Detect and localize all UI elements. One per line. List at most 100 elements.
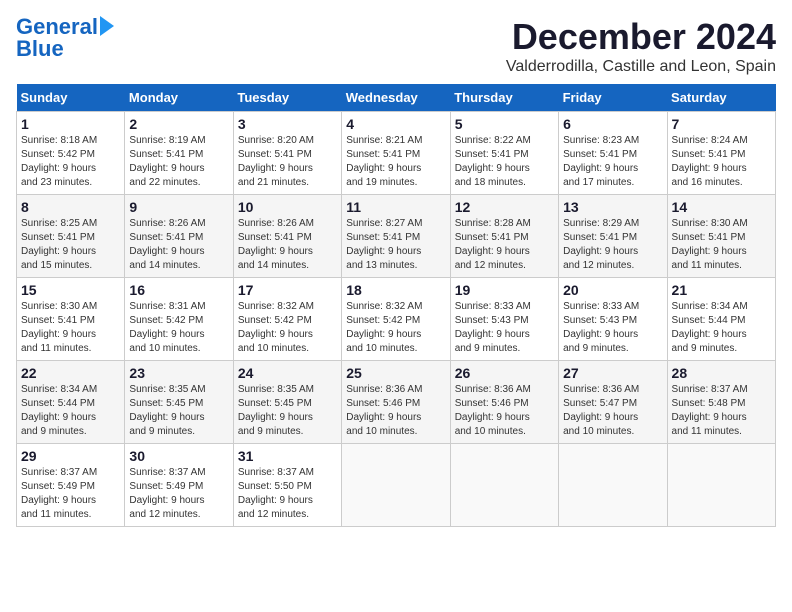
calendar-cell: 28 Sunrise: 8:37 AM Sunset: 5:48 PM Dayli… (667, 361, 775, 444)
calendar-cell: 18 Sunrise: 8:32 AM Sunset: 5:42 PM Dayli… (342, 278, 450, 361)
day-number: 2 (129, 116, 228, 132)
day-info: Sunrise: 8:19 AM Sunset: 5:41 PM Dayligh… (129, 134, 228, 190)
calendar-cell: 2 Sunrise: 8:19 AM Sunset: 5:41 PM Daylig… (125, 112, 233, 195)
weekday-header-thursday: Thursday (450, 84, 558, 112)
calendar-cell: 19Sunrise: 8:33 AM Sunset: 5:43 PM Dayli… (450, 278, 558, 361)
calendar-cell: 7Sunrise: 8:24 AM Sunset: 5:41 PM Daylig… (667, 112, 775, 195)
day-info: Sunrise: 8:35 AM Sunset: 5:45 PM Dayligh… (238, 383, 337, 439)
calendar-cell: 16 Sunrise: 8:31 AM Sunset: 5:42 PM Dayli… (125, 278, 233, 361)
day-info: Sunrise: 8:18 AM Sunset: 5:42 PM Dayligh… (21, 134, 120, 190)
day-info: Sunrise: 8:34 AM Sunset: 5:44 PM Dayligh… (672, 300, 771, 356)
day-info: Sunrise: 8:23 AM Sunset: 5:41 PM Dayligh… (563, 134, 662, 190)
calendar-cell: 5 Sunrise: 8:22 AM Sunset: 5:41 PM Daylig… (450, 112, 558, 195)
calendar-cell: 3 Sunrise: 8:20 AM Sunset: 5:41 PM Daylig… (233, 112, 341, 195)
day-info: Sunrise: 8:33 AM Sunset: 5:43 PM Dayligh… (455, 300, 554, 356)
calendar-cell: 21 Sunrise: 8:34 AM Sunset: 5:44 PM Dayli… (667, 278, 775, 361)
day-info: Sunrise: 8:35 AM Sunset: 5:45 PM Dayligh… (129, 383, 228, 439)
logo-arrow-icon (100, 16, 114, 36)
calendar-cell: 30 Sunrise: 8:37 AM Sunset: 5:49 PM Dayli… (125, 444, 233, 527)
day-number: 16 (129, 282, 228, 298)
day-number: 27 (563, 365, 662, 381)
day-number: 22 (21, 365, 120, 381)
week-row-5: 29 Sunrise: 8:37 AM Sunset: 5:49 PM Dayli… (17, 444, 776, 527)
day-number: 15 (21, 282, 120, 298)
calendar-cell: 8Sunrise: 8:25 AM Sunset: 5:41 PM Daylig… (17, 195, 125, 278)
day-number: 21 (672, 282, 771, 298)
calendar-cell: 10 Sunrise: 8:26 AM Sunset: 5:41 PM Dayli… (233, 195, 341, 278)
calendar-table: SundayMondayTuesdayWednesdayThursdayFrid… (16, 84, 776, 527)
week-row-3: 15Sunrise: 8:30 AM Sunset: 5:41 PM Dayli… (17, 278, 776, 361)
day-number: 12 (455, 199, 554, 215)
day-info: Sunrise: 8:25 AM Sunset: 5:41 PM Dayligh… (21, 217, 120, 273)
day-info: Sunrise: 8:37 AM Sunset: 5:49 PM Dayligh… (21, 466, 120, 522)
day-number: 23 (129, 365, 228, 381)
calendar-cell: 27 Sunrise: 8:36 AM Sunset: 5:47 PM Dayli… (559, 361, 667, 444)
day-info: Sunrise: 8:28 AM Sunset: 5:41 PM Dayligh… (455, 217, 554, 273)
day-info: Sunrise: 8:34 AM Sunset: 5:44 PM Dayligh… (21, 383, 120, 439)
day-info: Sunrise: 8:37 AM Sunset: 5:50 PM Dayligh… (238, 466, 337, 522)
calendar-cell: 20 Sunrise: 8:33 AM Sunset: 5:43 PM Dayli… (559, 278, 667, 361)
day-number: 5 (455, 116, 554, 132)
logo: General Blue (16, 16, 114, 60)
day-number: 29 (21, 448, 120, 464)
calendar-cell: 15Sunrise: 8:30 AM Sunset: 5:41 PM Dayli… (17, 278, 125, 361)
day-number: 10 (238, 199, 337, 215)
calendar-cell: 17 Sunrise: 8:32 AM Sunset: 5:42 PM Dayli… (233, 278, 341, 361)
weekday-header-wednesday: Wednesday (342, 84, 450, 112)
day-info: Sunrise: 8:33 AM Sunset: 5:43 PM Dayligh… (563, 300, 662, 356)
day-info: Sunrise: 8:37 AM Sunset: 5:48 PM Dayligh… (672, 383, 771, 439)
day-number: 3 (238, 116, 337, 132)
day-number: 18 (346, 282, 445, 298)
week-row-2: 8Sunrise: 8:25 AM Sunset: 5:41 PM Daylig… (17, 195, 776, 278)
logo-text2: Blue (16, 38, 64, 60)
day-number: 26 (455, 365, 554, 381)
day-info: Sunrise: 8:36 AM Sunset: 5:47 PM Dayligh… (563, 383, 662, 439)
logo-text: General (16, 16, 98, 38)
day-info: Sunrise: 8:29 AM Sunset: 5:41 PM Dayligh… (563, 217, 662, 273)
calendar-cell: 6 Sunrise: 8:23 AM Sunset: 5:41 PM Daylig… (559, 112, 667, 195)
day-number: 6 (563, 116, 662, 132)
calendar-cell: 29 Sunrise: 8:37 AM Sunset: 5:49 PM Dayli… (17, 444, 125, 527)
title-area: December 2024 Valderrodilla, Castille an… (506, 16, 776, 76)
location-subtitle: Valderrodilla, Castille and Leon, Spain (506, 58, 776, 76)
day-number: 4 (346, 116, 445, 132)
day-info: Sunrise: 8:31 AM Sunset: 5:42 PM Dayligh… (129, 300, 228, 356)
weekday-header-saturday: Saturday (667, 84, 775, 112)
calendar-cell: 26 Sunrise: 8:36 AM Sunset: 5:46 PM Dayli… (450, 361, 558, 444)
day-info: Sunrise: 8:26 AM Sunset: 5:41 PM Dayligh… (238, 217, 337, 273)
day-info: Sunrise: 8:22 AM Sunset: 5:41 PM Dayligh… (455, 134, 554, 190)
day-info: Sunrise: 8:32 AM Sunset: 5:42 PM Dayligh… (346, 300, 445, 356)
week-row-4: 22 Sunrise: 8:34 AM Sunset: 5:44 PM Dayli… (17, 361, 776, 444)
day-number: 28 (672, 365, 771, 381)
day-info: Sunrise: 8:30 AM Sunset: 5:41 PM Dayligh… (672, 217, 771, 273)
calendar-cell: 1Sunrise: 8:18 AM Sunset: 5:42 PM Daylig… (17, 112, 125, 195)
calendar-cell: 12 Sunrise: 8:28 AM Sunset: 5:41 PM Dayli… (450, 195, 558, 278)
day-number: 11 (346, 199, 445, 215)
weekday-header-row: SundayMondayTuesdayWednesdayThursdayFrid… (17, 84, 776, 112)
day-info: Sunrise: 8:36 AM Sunset: 5:46 PM Dayligh… (455, 383, 554, 439)
calendar-cell (450, 444, 558, 527)
weekday-header-sunday: Sunday (17, 84, 125, 112)
day-number: 31 (238, 448, 337, 464)
weekday-header-monday: Monday (125, 84, 233, 112)
day-info: Sunrise: 8:20 AM Sunset: 5:41 PM Dayligh… (238, 134, 337, 190)
day-number: 20 (563, 282, 662, 298)
calendar-cell: 4Sunrise: 8:21 AM Sunset: 5:41 PM Daylig… (342, 112, 450, 195)
day-number: 30 (129, 448, 228, 464)
day-info: Sunrise: 8:26 AM Sunset: 5:41 PM Dayligh… (129, 217, 228, 273)
day-info: Sunrise: 8:24 AM Sunset: 5:41 PM Dayligh… (672, 134, 771, 190)
calendar-cell: 11Sunrise: 8:27 AM Sunset: 5:41 PM Dayli… (342, 195, 450, 278)
day-number: 17 (238, 282, 337, 298)
day-info: Sunrise: 8:37 AM Sunset: 5:49 PM Dayligh… (129, 466, 228, 522)
calendar-cell: 14Sunrise: 8:30 AM Sunset: 5:41 PM Dayli… (667, 195, 775, 278)
day-number: 13 (563, 199, 662, 215)
header: General Blue December 2024 Valderrodilla… (16, 16, 776, 76)
day-number: 9 (129, 199, 228, 215)
calendar-cell (559, 444, 667, 527)
day-info: Sunrise: 8:32 AM Sunset: 5:42 PM Dayligh… (238, 300, 337, 356)
calendar-cell (342, 444, 450, 527)
calendar-cell: 23 Sunrise: 8:35 AM Sunset: 5:45 PM Dayli… (125, 361, 233, 444)
calendar-cell: 22 Sunrise: 8:34 AM Sunset: 5:44 PM Dayli… (17, 361, 125, 444)
calendar-cell: 25Sunrise: 8:36 AM Sunset: 5:46 PM Dayli… (342, 361, 450, 444)
month-title: December 2024 (506, 16, 776, 58)
